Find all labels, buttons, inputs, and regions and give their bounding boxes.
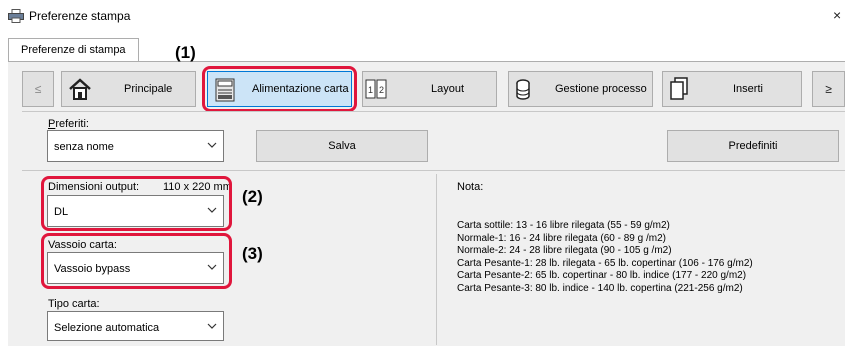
callout-3: (3) xyxy=(242,244,263,263)
save-button[interactable]: Salva xyxy=(256,130,428,162)
title-bar: Preferenze stampa × xyxy=(0,0,845,32)
close-icon[interactable]: × xyxy=(833,7,841,23)
favorites-separator xyxy=(22,170,845,171)
window-title: Preferenze stampa xyxy=(29,9,131,23)
favorites-value: senza nome xyxy=(54,141,114,153)
callout-1: (1) xyxy=(175,43,196,62)
nav-inserti[interactable]: Inserti xyxy=(662,71,802,107)
nav-principale[interactable]: Principale xyxy=(61,71,196,107)
nav-layout[interactable]: 1 2 Layout xyxy=(362,71,497,107)
paper-type-combo[interactable]: Selezione automatica xyxy=(47,311,224,341)
nav-next-button[interactable]: ≥ xyxy=(812,71,845,107)
nav-gestione-processo-label: Gestione processo xyxy=(555,83,647,95)
highlight-box-3 xyxy=(41,233,232,289)
svg-text:2: 2 xyxy=(379,85,384,95)
favorites-label-text: referiti: xyxy=(55,118,89,130)
printer-icon xyxy=(8,9,24,23)
note-line: Normale-1: 16 - 24 libre rilegata (60 - … xyxy=(457,232,666,244)
nav-next-icon: ≥ xyxy=(825,82,832,96)
nav-prev-icon: ≤ xyxy=(34,82,42,96)
favorites-label: Preferiti: xyxy=(48,118,89,130)
nav-layout-label: Layout xyxy=(431,83,465,95)
favorites-combo[interactable]: senza nome xyxy=(47,130,224,162)
paper-type-label: Tipo carta: xyxy=(48,298,100,310)
chevron-down-icon xyxy=(207,142,217,148)
save-button-label: Salva xyxy=(328,140,356,152)
paper-type-value: Selezione automatica xyxy=(54,322,160,334)
svg-text:1: 1 xyxy=(368,85,373,95)
chevron-down-icon xyxy=(207,323,217,329)
nav-inserti-label: Inserti xyxy=(733,83,763,95)
note-line: Carta Pesante-3: 80 lb. indice - 140 lb.… xyxy=(457,282,743,294)
highlight-box-1 xyxy=(202,66,357,112)
defaults-button[interactable]: Predefiniti xyxy=(667,130,839,162)
highlight-box-2 xyxy=(41,176,232,231)
nav-prev-button[interactable]: ≤ xyxy=(22,71,54,107)
tab-label: Preferenze di stampa xyxy=(21,44,126,56)
home-icon xyxy=(69,78,91,100)
nav-separator xyxy=(22,111,845,112)
layout-icon: 1 2 xyxy=(365,79,387,99)
defaults-button-label: Predefiniti xyxy=(728,140,778,152)
tab-printing-preferences[interactable]: Preferenze di stampa xyxy=(8,38,139,62)
job-handling-icon xyxy=(516,79,530,100)
nav-principale-label: Principale xyxy=(124,83,173,95)
note-title: Nota: xyxy=(457,181,484,193)
note-line: Carta sottile: 13 - 16 libre rilegata (5… xyxy=(457,220,670,231)
inserts-icon xyxy=(670,77,688,100)
column-divider xyxy=(436,174,437,345)
note-text: Carta sottile: 13 - 16 libre rilegata (5… xyxy=(457,220,837,295)
note-line: Normale-2: 24 - 28 libre rilegata (90 - … xyxy=(457,245,672,256)
callout-2: (2) xyxy=(242,187,263,206)
nav-gestione-processo[interactable]: Gestione processo xyxy=(508,71,653,107)
note-line: Carta Pesante-1: 28 lb. rilegata - 65 lb… xyxy=(457,257,753,269)
note-line: Carta Pesante-2: 65 lb. copertinar - 80 … xyxy=(457,270,747,281)
